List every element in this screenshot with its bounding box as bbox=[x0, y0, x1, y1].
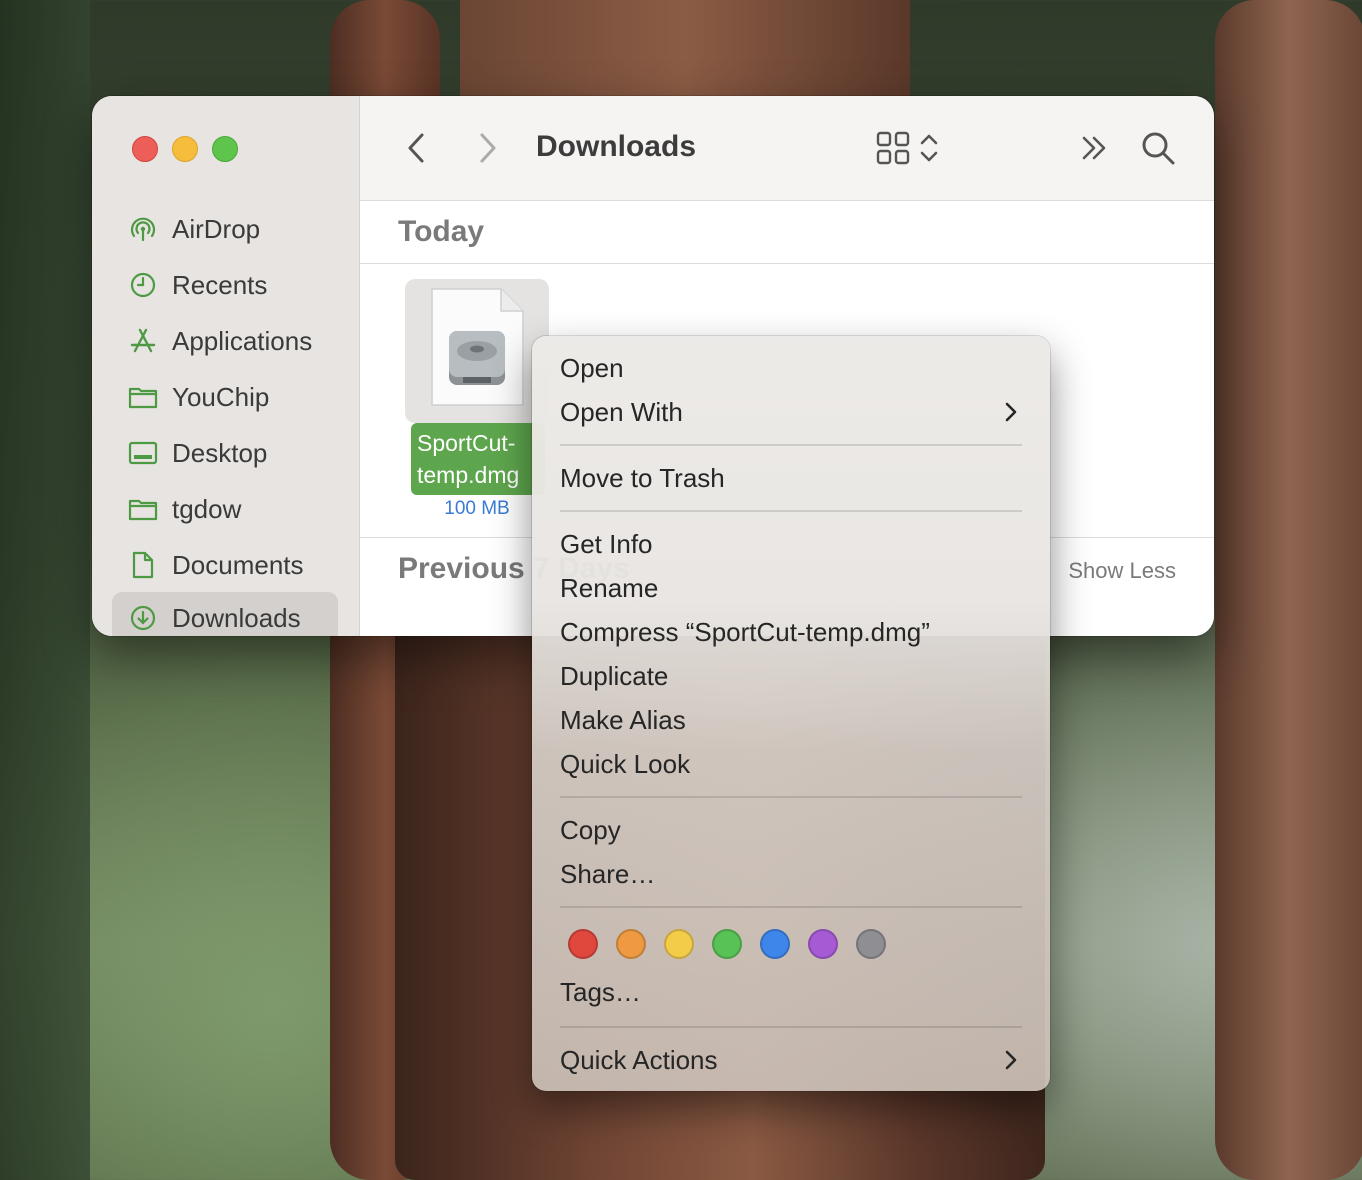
toolbar: Downloads bbox=[360, 96, 1214, 201]
menu-item-open-with[interactable]: Open With bbox=[560, 397, 1022, 428]
document-icon bbox=[128, 550, 158, 580]
tag-color-dot[interactable] bbox=[616, 929, 646, 959]
menu-separator bbox=[560, 906, 1022, 908]
menu-item-make-alias[interactable]: Make Alias bbox=[560, 705, 686, 736]
file-name-label[interactable]: SportCut- temp.dmg bbox=[411, 423, 545, 495]
chevron-updown-icon bbox=[920, 134, 938, 162]
tag-color-dot[interactable] bbox=[760, 929, 790, 959]
menu-item-get-info[interactable]: Get Info bbox=[560, 529, 653, 560]
search-button[interactable] bbox=[1138, 128, 1178, 168]
tag-color-dot[interactable] bbox=[808, 929, 838, 959]
close-window-button[interactable] bbox=[132, 136, 158, 162]
chevron-right-icon bbox=[998, 399, 1024, 425]
sidebar-item-tgdow[interactable]: tgdow bbox=[112, 486, 338, 532]
menu-separator bbox=[560, 796, 1022, 798]
download-icon bbox=[128, 603, 158, 633]
tag-color-dot[interactable] bbox=[664, 929, 694, 959]
menu-item-duplicate[interactable]: Duplicate bbox=[560, 661, 668, 692]
file-size-label: 100 MB bbox=[444, 498, 510, 519]
sidebar-item-label: AirDrop bbox=[172, 213, 261, 244]
menu-item-copy[interactable]: Copy bbox=[560, 815, 621, 846]
context-menu: Open Open With Move to Trash Get Info Re… bbox=[532, 336, 1050, 1091]
folder-icon bbox=[128, 494, 158, 524]
tag-color-dot[interactable] bbox=[712, 929, 742, 959]
sidebar-item-applications[interactable]: Applications bbox=[112, 318, 338, 364]
clock-icon bbox=[128, 270, 158, 300]
wallpaper-tree-left bbox=[0, 0, 90, 1180]
file-name-line: temp.dmg bbox=[417, 462, 520, 488]
sidebar-item-recents[interactable]: Recents bbox=[112, 262, 338, 308]
sidebar-item-downloads[interactable]: Downloads bbox=[112, 592, 338, 636]
sidebar-item-label: Downloads bbox=[172, 602, 301, 633]
sidebar-item-label: YouChip bbox=[172, 381, 270, 412]
menu-item-quick-actions[interactable]: Quick Actions bbox=[560, 1045, 718, 1076]
menu-item-label: Open With bbox=[560, 397, 683, 427]
sidebar-item-label: Documents bbox=[172, 549, 304, 580]
zoom-window-button[interactable] bbox=[212, 136, 238, 162]
menu-item-share[interactable]: Share… bbox=[560, 859, 655, 890]
window-title: Downloads bbox=[536, 130, 697, 163]
file-name-line: SportCut- bbox=[417, 430, 516, 456]
sidebar-item-label: Applications bbox=[172, 325, 313, 356]
forward-button[interactable] bbox=[472, 130, 502, 166]
applications-icon bbox=[128, 326, 158, 356]
airdrop-icon bbox=[128, 214, 158, 244]
tag-color-dot[interactable] bbox=[568, 929, 598, 959]
sidebar-item-airdrop[interactable]: AirDrop bbox=[112, 206, 338, 252]
desktop-icon bbox=[128, 438, 158, 468]
sidebar-item-youchip[interactable]: YouChip bbox=[112, 374, 338, 420]
more-toolbar-button[interactable] bbox=[1078, 130, 1112, 166]
sidebar-item-label: Recents bbox=[172, 269, 268, 300]
section-title: Today bbox=[398, 215, 485, 248]
minimize-window-button[interactable] bbox=[172, 136, 198, 162]
grid-view-icon bbox=[876, 131, 910, 165]
menu-separator bbox=[560, 1026, 1022, 1028]
sidebar-item-documents[interactable]: Documents bbox=[112, 542, 338, 588]
sidebar-item-desktop[interactable]: Desktop bbox=[112, 430, 338, 476]
menu-item-open[interactable]: Open bbox=[560, 353, 624, 384]
folder-icon bbox=[128, 382, 158, 412]
back-button[interactable] bbox=[402, 130, 432, 166]
show-less-button[interactable]: Show Less bbox=[1068, 558, 1176, 584]
wallpaper-tree-trunk-top bbox=[460, 0, 910, 100]
sidebar: AirDrop Recents Applications YouChip Des… bbox=[92, 96, 360, 636]
section-header-today: Today bbox=[360, 201, 1214, 264]
menu-item-move-to-trash[interactable]: Move to Trash bbox=[560, 463, 725, 494]
tag-color-dot[interactable] bbox=[856, 929, 886, 959]
chevron-right-icon bbox=[998, 1047, 1024, 1073]
sidebar-item-label: tgdow bbox=[172, 493, 242, 524]
chevron-left-icon bbox=[408, 133, 424, 163]
menu-item-compress[interactable]: Compress “SportCut-temp.dmg” bbox=[560, 617, 930, 648]
search-icon bbox=[1142, 132, 1175, 165]
chevron-right-icon bbox=[480, 133, 496, 163]
view-options-button[interactable] bbox=[868, 128, 948, 168]
menu-item-rename[interactable]: Rename bbox=[560, 573, 658, 604]
sidebar-item-label: Desktop bbox=[172, 437, 268, 468]
disk-image-icon bbox=[431, 288, 524, 406]
menu-item-quick-look[interactable]: Quick Look bbox=[560, 749, 690, 780]
file-item-sportcut-temp[interactable] bbox=[405, 279, 549, 423]
double-chevron-right-icon bbox=[1082, 136, 1106, 160]
menu-separator bbox=[560, 444, 1022, 446]
menu-separator bbox=[560, 510, 1022, 512]
menu-item-label: Quick Actions bbox=[560, 1045, 718, 1075]
wallpaper-tree-trunk-right bbox=[1215, 0, 1362, 1180]
menu-item-tags[interactable]: Tags… bbox=[560, 977, 641, 1008]
